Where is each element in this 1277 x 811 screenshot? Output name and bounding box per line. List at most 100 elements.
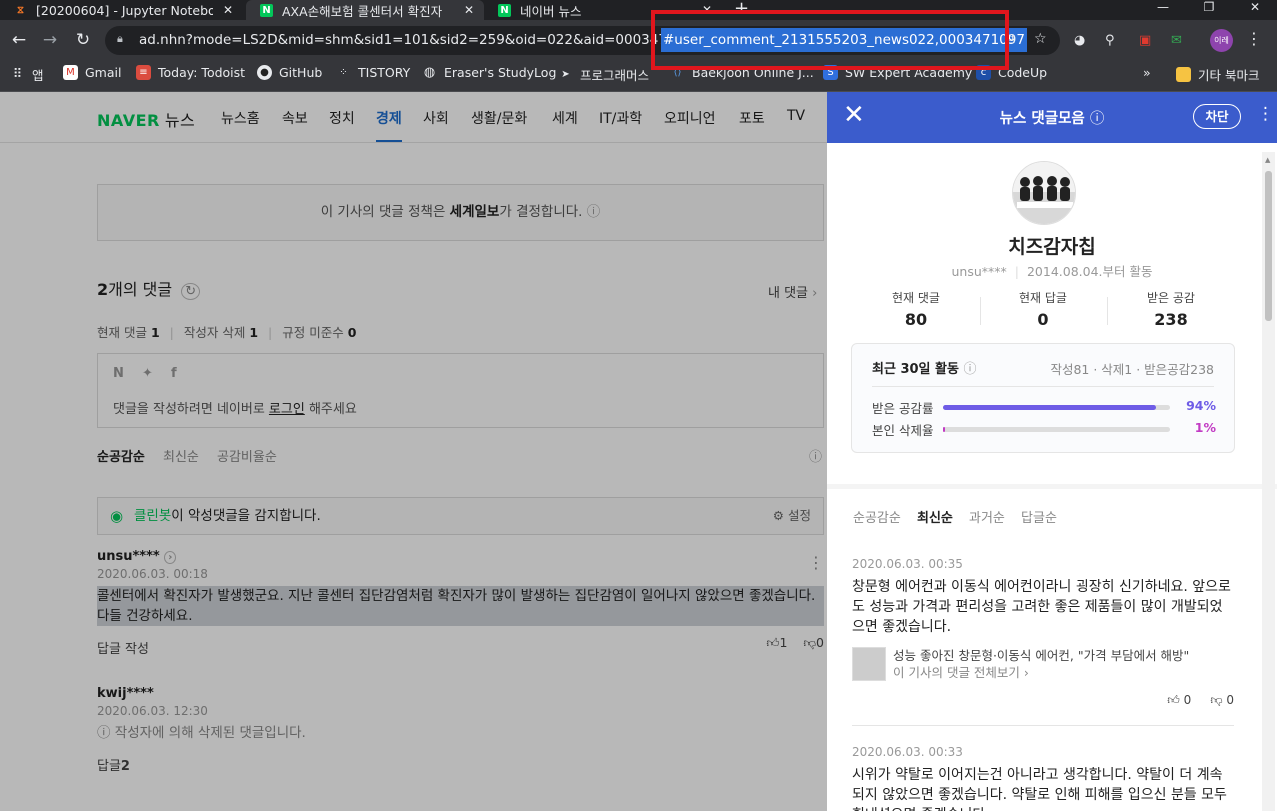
bookmark-label: 프로그래머스 (580, 68, 650, 83)
bookmark-label: TISTORY (358, 65, 411, 80)
chevron-right-icon: › (1023, 665, 1029, 680)
profile-user-id: unsu**** (951, 264, 1007, 279)
bar-percent: 94% (1186, 398, 1216, 413)
page-dim-overlay[interactable] (0, 92, 827, 811)
recent-activity-stats: 작성81 · 삭제1 · 받은공감238 (1050, 362, 1214, 377)
bar-label: 받은 공감률 (872, 401, 934, 416)
gmail-icon: M (63, 65, 78, 80)
info-icon[interactable]: ⓘ (963, 362, 976, 377)
user-comment-list: 순공감순 최신순 과거순 답글순 2020.06.03. 00:35 창문형 에… (827, 489, 1277, 811)
app-root: ⧖ [20200604] - Jupyter Notebook ✕ N AXA손… (0, 0, 1277, 811)
like-button[interactable]: 👍︎ 0 (1167, 693, 1191, 707)
panel-scrollbar[interactable]: ▲ (1262, 152, 1275, 811)
bookmarks-overflow[interactable]: » (1143, 65, 1151, 80)
url-highlight-box (651, 10, 1009, 70)
bookmark-label: Today: Todoist (158, 65, 246, 80)
recent-activity-title: 최근 30일 활동 ⓘ (872, 358, 977, 377)
apps-grid-icon: ⠿ (12, 67, 23, 82)
bookmark-label: 앱 (32, 68, 44, 83)
like-count: 0 (1183, 693, 1192, 707)
recent-activity-box: 최근 30일 활동 ⓘ 작성81 · 삭제1 · 받은공감238 받은 공감률 … (851, 343, 1235, 453)
pdf-icon[interactable]: ▣ (1139, 33, 1151, 48)
sort-popular[interactable]: 순공감순 (853, 511, 901, 526)
bookmark-other[interactable]: 기타 북마크 (1176, 65, 1259, 84)
todoist-icon: ≡ (136, 65, 151, 80)
panel-sort-tabs: 순공감순 최신순 과거순 답글순 (853, 507, 1069, 526)
sort-latest[interactable]: 최신순 (917, 511, 953, 526)
close-icon[interactable]: ✕ (221, 3, 235, 17)
star-icon[interactable]: ☆ (1034, 31, 1047, 47)
profile-nickname: 치즈감자칩 (1008, 236, 1096, 258)
reload-icon[interactable]: ↻ (72, 30, 94, 50)
recent-title-text: 최근 30일 활동 (872, 362, 959, 377)
divider (872, 386, 1214, 387)
stat-value: 238 (1154, 310, 1188, 329)
comment-text: 시위가 약탈로 이어지는건 아니라고 생각합니다. 약탈이 더 계속되지 않았으… (852, 767, 1227, 811)
back-icon[interactable]: ← (8, 30, 30, 50)
chrome-menu-icon[interactable]: ⋮ (1246, 29, 1262, 48)
maximize-icon[interactable]: ❐ (1194, 0, 1224, 20)
thumbs-down-icon: 👎︎ (1210, 693, 1223, 707)
progress-fill (943, 427, 946, 432)
overflow-label: » (1143, 65, 1151, 80)
window-close-icon[interactable]: ✕ (1240, 0, 1270, 20)
info-icon[interactable]: ⓘ (1090, 111, 1105, 127)
scrollbar-thumb[interactable] (1265, 171, 1272, 321)
mail-extension-icon[interactable]: ✉ (1171, 33, 1182, 48)
github-icon: ● (257, 65, 272, 80)
user-comment-item: 2020.06.03. 00:35 창문형 에어컨과 이동식 에어컨이라니 굉장… (852, 557, 1234, 708)
minimize-icon[interactable]: — (1148, 0, 1178, 20)
stat-value: 0 (1037, 310, 1049, 329)
article-thumbnail (852, 647, 886, 681)
bookmark-todoist[interactable]: ≡ Today: Todoist (136, 65, 245, 80)
stat-label: 받은 공감 (1147, 291, 1195, 305)
bookmark-tistory[interactable]: ⁘ TISTORY (336, 65, 410, 80)
stat-current-comments: 현재 댓글 80 (852, 289, 980, 329)
stat-current-replies: 현재 답글 0 (979, 289, 1107, 329)
more-icon[interactable]: ⋮ (1257, 104, 1274, 124)
view-all-comments-link[interactable]: 이 기사의 댓글 전체보기 › (893, 664, 1234, 681)
close-icon[interactable]: ✕ (462, 3, 476, 17)
comment-date: 2020.06.03. 00:33 (852, 745, 963, 759)
bookmark-eraser[interactable]: ◍ Eraser's StudyLog (422, 65, 557, 80)
tistory-icon: ⁘ (339, 67, 348, 78)
profile-avatar (1012, 161, 1076, 225)
user-comment-item: 2020.06.03. 00:33 시위가 약탈로 이어지는건 아니라고 생각합… (852, 745, 1234, 811)
sort-oldest[interactable]: 과거순 (969, 511, 1005, 526)
block-button[interactable]: 차단 (1193, 104, 1241, 129)
profile-avatar[interactable]: 이레 (1210, 29, 1233, 52)
stat-value: 80 (904, 310, 928, 329)
sort-replies[interactable]: 답글순 (1021, 511, 1057, 526)
comment-votes: 👍︎ 0 👎︎ 0 (852, 693, 1234, 708)
tab-jupyter[interactable]: ⧖ [20200604] - Jupyter Notebook ✕ (0, 0, 243, 20)
folder-icon (1176, 67, 1191, 82)
profile-meta: unsu**** | 2014.08.04.부터 활동 (951, 264, 1153, 279)
article-link[interactable]: 성능 좋아진 창문형·이동식 에어컨, "가격 부담에서 해방" 이 기사의 댓… (852, 647, 1234, 681)
programmers-icon: ➤ (561, 69, 570, 80)
bookmark-gmail[interactable]: M Gmail (63, 65, 121, 80)
browser-toolbar: ← → ↻ 🔒︎ ad.nhn?mode=LS2D&mid=shm&sid1=1… (0, 20, 1277, 61)
bookmark-apps[interactable]: ⠿ 앱 (10, 65, 44, 84)
extension-icon[interactable]: ◕ (1074, 33, 1085, 48)
comment-date: 2020.06.03. 00:35 (852, 557, 963, 571)
bar-percent: 1% (1194, 420, 1216, 435)
globe-icon: ◍ (423, 65, 436, 80)
stat-label: 현재 댓글 (892, 291, 940, 305)
browser-tab-strip: ⧖ [20200604] - Jupyter Notebook ✕ N AXA손… (0, 0, 1277, 20)
bookmark-programmers[interactable]: ➤ 프로그래머스 (558, 65, 649, 84)
panel-title-text: 뉴스 댓글모음 (999, 111, 1085, 127)
tab-axa[interactable]: N AXA손해보험 콜센터서 확진자 ✕ (246, 0, 484, 20)
progress-track (943, 427, 1170, 432)
bookmark-github[interactable]: ● GitHub (257, 65, 322, 80)
progress-track (943, 405, 1170, 410)
dislike-button[interactable]: 👎︎ 0 (1210, 693, 1234, 707)
forward-icon[interactable]: → (39, 30, 61, 50)
like-rate-row: 받은 공감률 94% (872, 398, 1216, 417)
scroll-up-icon[interactable]: ▲ (1265, 156, 1270, 164)
tab-title: AXA손해보험 콜센터서 확진자 (282, 3, 443, 19)
divider (852, 725, 1234, 726)
search-icon[interactable]: ⚲ (1105, 33, 1115, 48)
naver-icon: N (498, 3, 511, 17)
bookmark-label: Gmail (85, 65, 122, 80)
bar-label: 본인 삭제율 (872, 423, 934, 438)
